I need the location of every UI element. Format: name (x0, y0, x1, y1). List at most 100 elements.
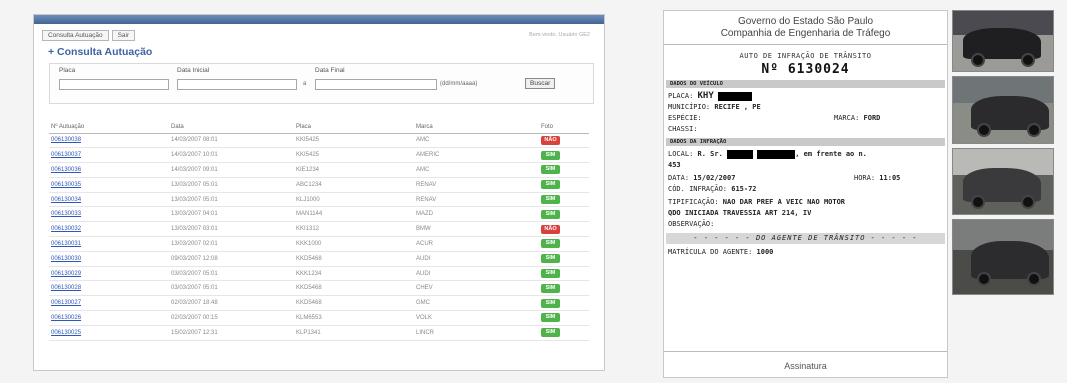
infraction-ticket: Governo do Estado São Paulo Companhia de… (663, 10, 948, 378)
autuacao-number-link[interactable]: 006130032 (49, 221, 169, 238)
table-row[interactable]: 006130033 13/03/2007 04:01 MAN1144 MAZD SIM (49, 206, 589, 223)
ticket-number: Nº 6130024 (761, 62, 850, 77)
autuacao-number-link[interactable]: 006130033 (49, 206, 169, 223)
tipificacao-line: TIPIFICAÇÃO: NAO DAR PREF A VEIC NAO MOT… (664, 197, 947, 208)
table-row[interactable]: 006130031 13/03/2007 02:01 KKK1000 ACUR SIM (49, 236, 589, 252)
header-bar (34, 15, 604, 24)
table-row[interactable]: 006130032 13/03/2007 03:01 KKI1312 BMW NÃO (49, 221, 589, 238)
data-label: DATA: (668, 174, 690, 182)
car-wheel (1021, 195, 1035, 209)
photo-status-badge[interactable]: SIM (541, 150, 560, 160)
photo-status-badge[interactable]: NÃO (541, 224, 560, 234)
row-foto: SIM (539, 325, 589, 341)
car-wheel (1027, 272, 1041, 286)
row-marca: LINCR (414, 325, 539, 341)
row-marca: VOLK (414, 310, 539, 326)
welcome-text: Bem-vindo, Usuário GE2 (529, 32, 590, 38)
consulta-panel: Consulta Autuação Sair Bem-vindo, Usuári… (33, 14, 605, 371)
table-row[interactable]: 006130029 03/03/2007 05:01 KKK1234 AUDI SIM (49, 266, 589, 282)
search-button[interactable]: Buscar (525, 78, 556, 89)
data-line: DATA: 15/02/2007 HORA: 11:05 (664, 173, 947, 184)
table-row[interactable]: 006130025 15/02/2007 12:31 KLP1341 LINCR SIM (49, 325, 589, 341)
row-date: 13/03/2007 05:01 (169, 192, 294, 208)
photo-status-badge[interactable]: SIM (541, 313, 560, 323)
row-placa: KKD5468 (294, 295, 414, 312)
photo-status-badge[interactable]: SIM (541, 195, 560, 205)
section-vehicle: DADOS DO VEÍCULO (666, 80, 945, 88)
menu-consulta-autuacao[interactable]: Consulta Autuação (42, 29, 109, 41)
autuacao-number-link[interactable]: 006130027 (49, 295, 169, 312)
autuacao-number-link[interactable]: 006130028 (49, 280, 169, 297)
vehicle-photo[interactable] (952, 76, 1054, 144)
table-row[interactable]: 006130030 09/03/2007 12:08 KKD5468 AUDI SIM (49, 251, 589, 267)
chassi-line: CHASSI: (668, 125, 698, 133)
autuacao-number-link[interactable]: 006130035 (49, 177, 169, 193)
row-marca: AUDI (414, 266, 539, 282)
row-marca: MAZD (414, 206, 539, 223)
signature-line (664, 351, 947, 352)
autuacao-table: Nº Autuação Data Placa Marca Foto 006130… (49, 121, 589, 341)
menu-sair[interactable]: Sair (111, 29, 136, 41)
row-placa: KKI5425 (294, 147, 414, 164)
autuacao-number-link[interactable]: 006130031 (49, 236, 169, 252)
table-row[interactable]: 006130034 13/03/2007 05:01 KLJ1000 RENAV SIM (49, 192, 589, 208)
photo-status-badge[interactable]: SIM (541, 269, 560, 279)
car-wheel (1027, 123, 1041, 137)
table-row[interactable]: 00613003​8 14/03/2007 08:01 KKI5425 AMC NÃO (49, 133, 589, 149)
photo-status-badge[interactable]: SIM (541, 254, 560, 264)
search-form: Placa Data Inicial a Data Final (dd/mm/a… (49, 63, 594, 104)
photo-status-badge[interactable]: SIM (541, 165, 560, 175)
local-suffix: , em frente ao n. (795, 150, 867, 158)
matricula-value: 1000 (756, 248, 774, 256)
observacao-line: OBSERVAÇÃO: (668, 220, 715, 228)
data-final-input[interactable] (315, 79, 437, 90)
autuacao-number-link[interactable]: 006130036 (49, 162, 169, 178)
table-row[interactable]: 006130028 03/03/2007 05:01 KKD5468 CHEV SIM (49, 280, 589, 297)
autuacao-number-link[interactable]: 006130025 (49, 325, 169, 341)
col-marca[interactable]: Marca (414, 121, 539, 134)
autuacao-number-link[interactable]: 006130026 (49, 310, 169, 326)
row-foto: NÃO (539, 221, 589, 238)
vehicle-photo[interactable] (952, 10, 1054, 72)
row-date: 03/03/2007 05:01 (169, 266, 294, 282)
col-placa[interactable]: Placa (294, 121, 414, 134)
placa-input[interactable] (59, 79, 169, 90)
autuacao-number-link[interactable]: 006130030 (49, 251, 169, 267)
photo-status-badge[interactable]: SIM (541, 209, 560, 219)
table-row[interactable]: 006130026 02/03/2007 00:15 KLM6553 VOLK SIM (49, 310, 589, 326)
row-foto: SIM (539, 236, 589, 252)
matricula-line: MATRÍCULA DO AGENTE: 1000 (664, 247, 947, 258)
photo-status-badge[interactable]: SIM (541, 180, 560, 190)
col-num[interactable]: Nº Autuação (49, 121, 169, 134)
signature-label: Assinatura (784, 361, 827, 371)
vehicle-photo[interactable] (952, 148, 1054, 215)
row-marca: CHEV (414, 280, 539, 297)
photo-status-badge[interactable]: NÃO (541, 135, 560, 145)
autuacao-number-link[interactable]: 006130037 (49, 147, 169, 164)
table-row[interactable]: 006130036 14/03/2007 09:01 KIE1234 AMC SIM (49, 162, 589, 178)
row-marca: GMC (414, 295, 539, 312)
table-row[interactable]: 006130037 14/03/2007 10:01 KKI5425 AMERIC SI… (49, 147, 589, 164)
table-row[interactable]: 006130035 13/03/2007 05:01 ABC1234 RENAV SIM (49, 177, 589, 193)
date-format-hint: (dd/mm/aaaa) (440, 81, 478, 87)
row-date: 13/03/2007 04:01 (169, 206, 294, 223)
data-inicial-input[interactable] (177, 79, 297, 90)
table-row[interactable]: 006130027 02/03/2007 18:48 KKD5468 GMC SIM (49, 295, 589, 312)
vehicle-photo[interactable] (952, 219, 1054, 295)
photo-status-badge[interactable]: SIM (541, 239, 560, 249)
car-wheel (977, 272, 991, 286)
row-placa: MAN1144 (294, 206, 414, 223)
autuacao-number-link[interactable]: 00613003​8 (49, 133, 169, 149)
photo-status-badge[interactable]: SIM (541, 298, 560, 308)
autuacao-number-link[interactable]: 006130029 (49, 266, 169, 282)
col-data[interactable]: Data (169, 121, 294, 134)
autuacao-number-link[interactable]: 006130034 (49, 192, 169, 208)
hora-value: 11:05 (879, 174, 901, 182)
row-marca: AMC (414, 133, 539, 149)
photo-status-badge[interactable]: SIM (541, 328, 560, 338)
row-date: 02/03/2007 18:48 (169, 295, 294, 312)
photo-status-badge[interactable]: SIM (541, 283, 560, 293)
car-wheel (971, 195, 985, 209)
row-foto: SIM (539, 147, 589, 164)
row-foto: SIM (539, 206, 589, 223)
